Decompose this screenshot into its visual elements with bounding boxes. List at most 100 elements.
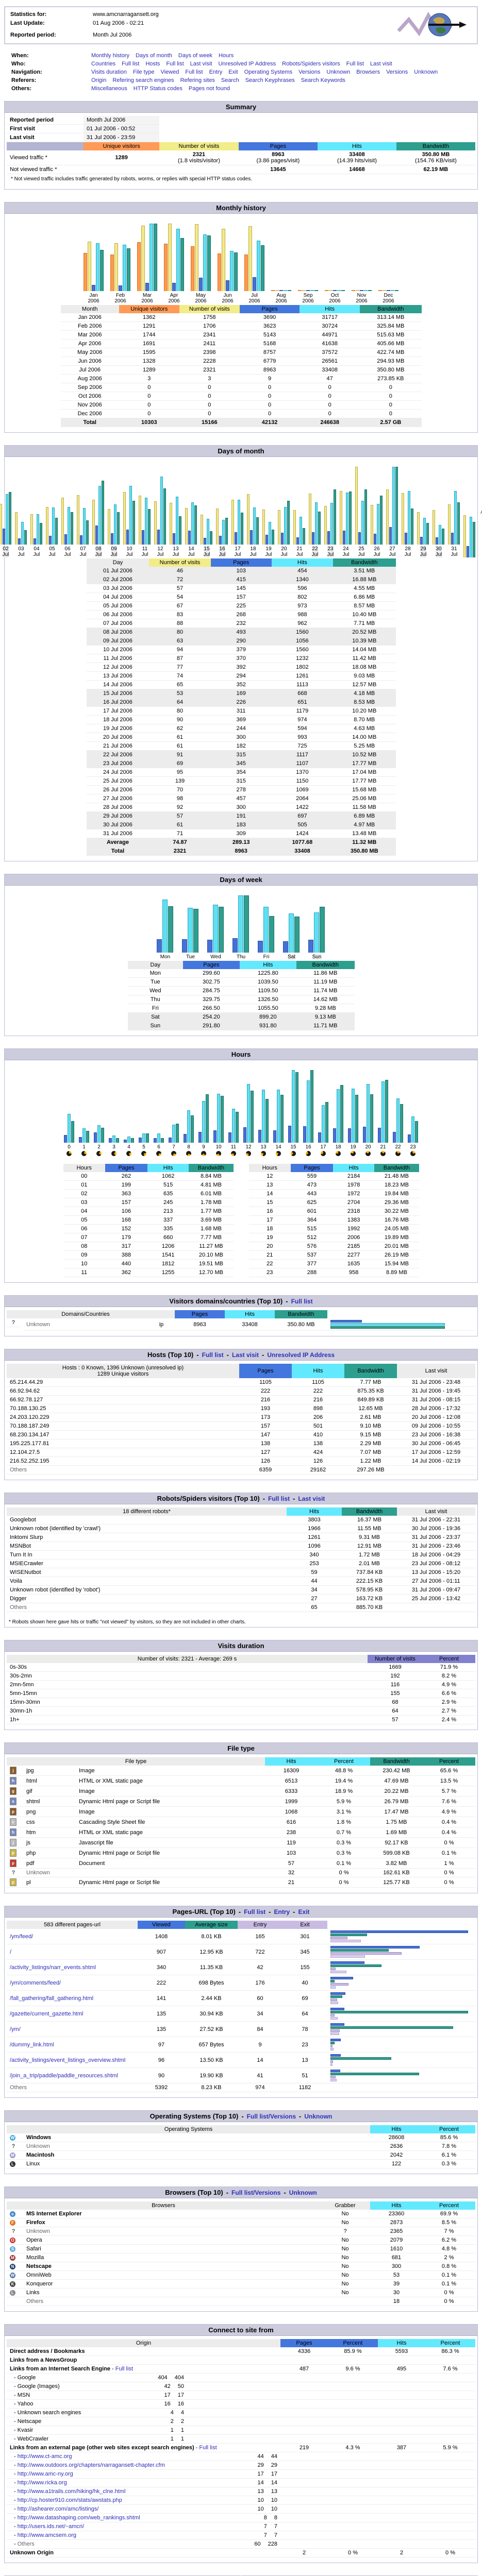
nav-link[interactable]: Visits duration bbox=[91, 69, 127, 75]
nav-link[interactable]: Last visit bbox=[370, 61, 392, 67]
nav-link[interactable]: Operating Systems bbox=[244, 69, 293, 75]
value-cell: 2704 bbox=[333, 1198, 375, 1207]
value-cell: 07 bbox=[63, 1233, 106, 1242]
hits-value: 103 bbox=[265, 1848, 318, 1858]
viewed-hbar bbox=[330, 1961, 364, 1964]
page-url-link[interactable]: /join_a_trip/paddle/paddle_resources.sht… bbox=[10, 2073, 118, 2079]
section-link[interactable]: Last visit bbox=[232, 1351, 259, 1359]
nav-link[interactable]: Viewed bbox=[160, 69, 179, 75]
nav-link[interactable]: Versions bbox=[298, 69, 320, 75]
referrer-link[interactable]: http://www.ct-amc.org bbox=[18, 2453, 72, 2460]
nav-link[interactable]: Unknown bbox=[326, 69, 350, 75]
average-row: Average74.87289.131077.6811.32 MB bbox=[87, 838, 396, 847]
nav-link[interactable]: Full list bbox=[185, 69, 203, 75]
hits-value: 501 bbox=[292, 1422, 344, 1431]
section-title-text: Operating Systems (Top 10) bbox=[150, 2112, 239, 2120]
percent-value: 4.9 % bbox=[423, 1681, 475, 1689]
page-url-link[interactable]: /activity_listings/narr_events.shtml bbox=[10, 1964, 96, 1971]
nav-link[interactable]: Unresolved IP Address bbox=[218, 61, 276, 67]
section-link[interactable]: Full list bbox=[268, 1495, 290, 1502]
percent-value: 13.5 % bbox=[423, 1776, 475, 1786]
page-url-link[interactable]: /gazette/current_gazette.html bbox=[10, 2011, 83, 2017]
nav-link[interactable]: Countries bbox=[91, 61, 115, 67]
section-link[interactable]: Exit bbox=[298, 1908, 310, 1916]
page-url-link[interactable]: /ym/feed/ bbox=[10, 1934, 33, 1940]
referrer-link[interactable]: http://www.a1trails.com/hiking/hk_clne.h… bbox=[18, 2488, 126, 2495]
nav-link[interactable]: Miscellaneous bbox=[91, 86, 127, 92]
origin-full-list-link[interactable]: Full list bbox=[199, 2445, 217, 2451]
bandwidth-bar bbox=[310, 1070, 313, 1143]
nav-link[interactable]: Entry bbox=[209, 69, 223, 75]
section-link[interactable]: Last visit bbox=[298, 1495, 325, 1502]
pages-col-exit: Exit bbox=[282, 1921, 327, 1929]
nav-link[interactable]: Browsers bbox=[356, 69, 380, 75]
section-link[interactable]: Entry bbox=[274, 1908, 290, 1916]
last-visit-value: 30 Jul 2006 - 06:45 bbox=[397, 1439, 475, 1448]
nav-link[interactable]: Refering sites bbox=[180, 77, 215, 83]
value-cell: 317 bbox=[105, 1242, 147, 1251]
referrer-link[interactable]: http://ashearer.com/amc/listings/ bbox=[18, 2506, 99, 2512]
section-link[interactable]: Full list/Versions bbox=[247, 2113, 296, 2120]
nav-link[interactable]: Exit bbox=[228, 69, 238, 75]
nav-link[interactable]: Full list bbox=[166, 61, 184, 67]
section-link[interactable]: Full list/Versions bbox=[231, 2189, 280, 2196]
referrer-link[interactable]: http://cp.hoster910.com/stats/awstats.ph… bbox=[18, 2497, 122, 2503]
page-url-link[interactable]: / bbox=[10, 1949, 11, 1955]
bandwidth-value: 47.69 MB bbox=[370, 1776, 423, 1786]
section-link[interactable]: Unknown bbox=[304, 2113, 332, 2120]
referrer-link[interactable]: http://users.ids.net/~amcri/ bbox=[18, 2523, 84, 2530]
referrer-link[interactable]: http://www.outdoors.org/chapters/narraga… bbox=[18, 2462, 165, 2468]
page-url-link[interactable]: /dummy_link.html bbox=[10, 2042, 54, 2048]
hits-bar bbox=[262, 1090, 265, 1143]
nav-link[interactable]: Search bbox=[221, 77, 239, 83]
host-name: 66.92.78.127 bbox=[7, 1396, 239, 1404]
nav-link[interactable]: Days of week bbox=[178, 53, 212, 59]
section-link[interactable]: Full list bbox=[291, 1298, 313, 1305]
robots-col-1: Bandwidth bbox=[342, 1507, 397, 1516]
section-link[interactable]: Unknown bbox=[289, 2189, 317, 2196]
nav-link[interactable]: Hosts bbox=[145, 61, 160, 67]
referrer-link[interactable]: http://www.ricka.org bbox=[18, 2480, 67, 2486]
nav-link[interactable]: Unknown bbox=[414, 69, 438, 75]
unique-visitors-bar bbox=[191, 246, 194, 291]
hits-bar bbox=[377, 504, 379, 545]
nav-link[interactable]: Search Keywords bbox=[301, 77, 345, 83]
last-visit-value: 31 Jul 2006 - 09:47 bbox=[397, 1586, 475, 1595]
nav-link[interactable]: Search Keyphrases bbox=[245, 77, 295, 83]
table-row: Apr 200616912411516841638405.66 MB bbox=[61, 340, 422, 348]
referrer-link[interactable]: http://www.datashaping.com/web_rankings.… bbox=[18, 2515, 140, 2521]
nav-link[interactable]: Robots/Spiders visitors bbox=[282, 61, 340, 67]
summary-first-visit-label: First visit bbox=[7, 125, 84, 133]
filetype-ext: shtml bbox=[23, 1797, 76, 1807]
nav-link[interactable]: Days of month bbox=[136, 53, 172, 59]
chart-axis-label: 22 bbox=[395, 1144, 401, 1158]
nav-link[interactable]: Pages not found bbox=[189, 86, 230, 92]
section-link[interactable]: Unresolved IP Address bbox=[267, 1351, 335, 1359]
value-cell: 92 bbox=[149, 803, 210, 812]
nav-link[interactable]: HTTP Status codes bbox=[134, 86, 182, 92]
table-row: jjsJavascript file1190.3 %92.17 KB0 % bbox=[7, 1838, 475, 1848]
page-url-link[interactable]: /fall_gathering/fall_gathering.html bbox=[10, 1995, 93, 2002]
nav-link[interactable]: Monthly history bbox=[91, 53, 129, 59]
nav-link[interactable]: File type bbox=[133, 69, 155, 75]
pages-bar bbox=[273, 1130, 276, 1143]
page-url-link[interactable]: /activity_listings/event_listings_overvi… bbox=[10, 2057, 125, 2063]
referrer-link[interactable]: http://www.amc-ny.org bbox=[18, 2471, 73, 2477]
section-link[interactable]: Full list bbox=[244, 1908, 265, 1916]
file-type-table: File typeHitsPercentBandwidthPercentjjpg… bbox=[7, 1757, 475, 1888]
nav-link[interactable]: Versions bbox=[386, 69, 408, 75]
page-url-link[interactable]: /ym/ bbox=[10, 2026, 21, 2032]
referrer-link[interactable]: http://www.amcsem.org bbox=[18, 2532, 76, 2538]
nav-link[interactable]: Hours bbox=[219, 53, 234, 59]
nav-link[interactable]: Origin bbox=[91, 77, 106, 83]
nav-link[interactable]: Refering search engines bbox=[112, 77, 174, 83]
nav-link[interactable]: Full list bbox=[122, 61, 139, 67]
summary-col-hits: Hits bbox=[318, 142, 396, 151]
origin-full-list-link[interactable]: Full list bbox=[115, 2366, 133, 2372]
value-cell: 12.57 MB bbox=[333, 681, 396, 689]
section-link[interactable]: Full list bbox=[202, 1351, 224, 1359]
nav-link[interactable]: Last visit bbox=[190, 61, 212, 67]
viewed-value: 340 bbox=[138, 1960, 185, 1975]
page-url-link[interactable]: /ym/comments/feed/ bbox=[10, 1980, 61, 1986]
nav-link[interactable]: Full list bbox=[346, 61, 364, 67]
